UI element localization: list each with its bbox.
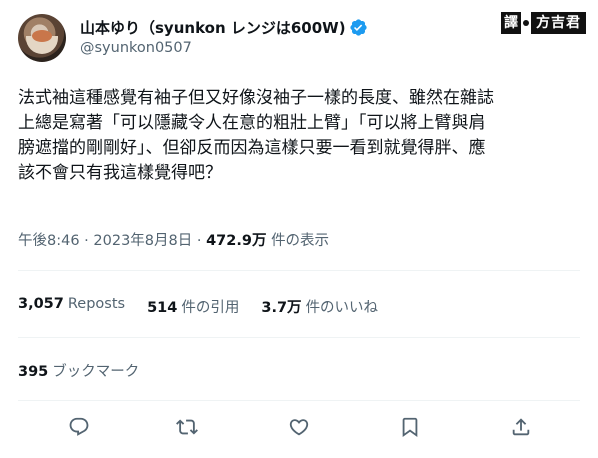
action-bar bbox=[0, 412, 598, 446]
display-name[interactable]: 山本ゆり（syunkon レンジは600W) bbox=[80, 17, 346, 38]
bookmark-button[interactable] bbox=[393, 412, 427, 446]
share-icon bbox=[510, 416, 532, 442]
meta-separator: · bbox=[79, 233, 94, 249]
watermark-prefix: 譯 bbox=[501, 12, 521, 34]
watermark-name: 方吉君 bbox=[531, 12, 586, 34]
tweet-time[interactable]: 午後8:46 bbox=[18, 233, 80, 249]
quotes-count: 514 bbox=[147, 300, 178, 316]
reposts-stat[interactable]: 3,057 Reposts bbox=[18, 296, 125, 317]
reply-button[interactable] bbox=[62, 412, 96, 446]
quotes-stat[interactable]: 514 件の引用 bbox=[147, 296, 239, 317]
reposts-count: 3,057 bbox=[18, 296, 64, 312]
likes-count: 3.7万 bbox=[261, 300, 302, 316]
views-count: 472.9万 bbox=[206, 233, 267, 249]
verified-badge-icon bbox=[349, 18, 368, 37]
quotes-label: 件の引用 bbox=[181, 300, 240, 316]
watermark-dot bbox=[523, 20, 529, 26]
bookmarks-count: 395 bbox=[18, 364, 49, 380]
retweet-icon bbox=[176, 416, 198, 442]
tweet-date[interactable]: 2023年8月8日 bbox=[93, 233, 192, 249]
like-icon bbox=[288, 416, 310, 442]
bookmark-icon bbox=[399, 416, 421, 442]
tweet-line: 上總是寫著「可以隱藏令人在意的粗壯上臂」「可以將上臂與肩 bbox=[18, 113, 486, 133]
tweet-text: 法式袖這種感覺有袖子但又好像沒袖子一樣的長度、雖然在雜誌 上總是寫著「可以隱藏令… bbox=[18, 86, 580, 186]
divider bbox=[18, 337, 580, 338]
meta-separator: · bbox=[192, 233, 207, 249]
share-button[interactable] bbox=[504, 412, 538, 446]
retweet-button[interactable] bbox=[170, 412, 204, 446]
translator-watermark: 譯 方吉君 bbox=[501, 10, 586, 36]
reposts-label: Reposts bbox=[67, 296, 126, 312]
author-name-row[interactable]: 山本ゆり（syunkon レンジは600W) bbox=[80, 16, 368, 38]
bookmarks-stat[interactable]: 395 ブックマーク bbox=[18, 360, 139, 381]
tweet-header: 山本ゆり（syunkon レンジは600W) @syunkon0507 bbox=[18, 14, 580, 62]
likes-label: 件のいいね bbox=[305, 300, 379, 316]
avatar[interactable] bbox=[18, 14, 66, 62]
bookmarks-label: ブックマーク bbox=[52, 364, 140, 380]
divider bbox=[18, 400, 580, 401]
tweet-meta: 午後8:46 · 2023年8月8日 · 472.9万 件の表示 bbox=[18, 229, 329, 250]
divider bbox=[18, 270, 580, 271]
engagement-stats: 3,057 Reposts 514 件の引用 3.7万 件のいいね bbox=[18, 296, 400, 317]
like-button[interactable] bbox=[282, 412, 316, 446]
user-handle[interactable]: @syunkon0507 bbox=[80, 40, 192, 56]
likes-stat[interactable]: 3.7万 件のいいね bbox=[261, 296, 378, 317]
reply-icon bbox=[68, 416, 90, 442]
tweet-line: 該不會只有我這樣覺得吧？ bbox=[18, 163, 222, 183]
tweet-line: 膀遮擋的剛剛好」、但卻反而因為這樣只要一看到就覺得胖、應 bbox=[18, 138, 486, 158]
views-label: 件の表示 bbox=[271, 233, 330, 249]
tweet-line: 法式袖這種感覺有袖子但又好像沒袖子一樣的長度、雖然在雜誌 bbox=[18, 88, 494, 108]
